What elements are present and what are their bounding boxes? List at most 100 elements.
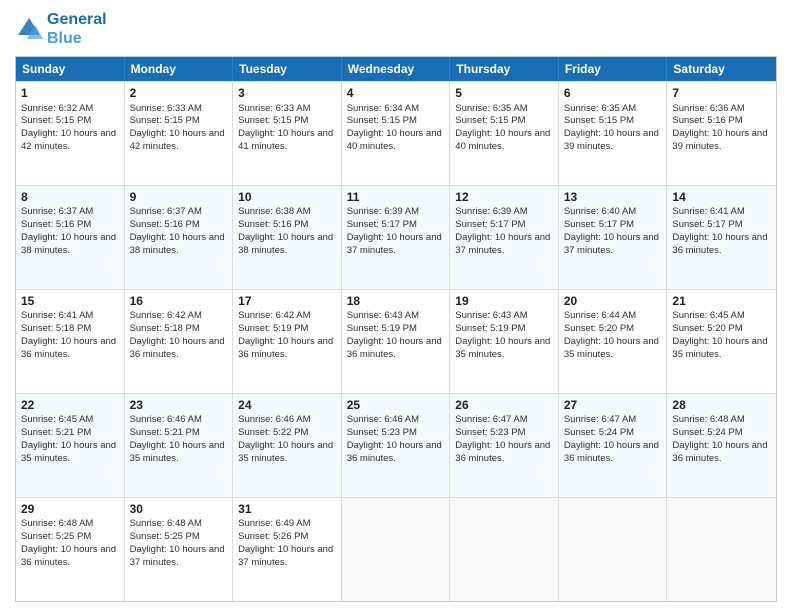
calendar-day-17: 17Sunrise: 6:42 AMSunset: 5:19 PMDayligh…: [233, 290, 342, 393]
daylight-text: Daylight: 10 hours and 37 minutes.: [347, 232, 442, 256]
calendar-day-26: 26Sunrise: 6:47 AMSunset: 5:23 PMDayligh…: [450, 394, 559, 497]
day-number: 28: [672, 397, 771, 413]
calendar: SundayMondayTuesdayWednesdayThursdayFrid…: [15, 56, 777, 602]
daylight-text: Daylight: 10 hours and 36 minutes.: [455, 440, 550, 464]
day-number: 10: [238, 189, 336, 205]
day-number: 26: [455, 397, 553, 413]
sunset-text: Sunset: 5:15 PM: [564, 115, 634, 126]
daylight-text: Daylight: 10 hours and 37 minutes.: [564, 232, 659, 256]
calendar-week-1: 1Sunrise: 6:32 AMSunset: 5:15 PMDaylight…: [16, 81, 776, 185]
daylight-text: Daylight: 10 hours and 36 minutes.: [21, 336, 116, 360]
sunset-text: Sunset: 5:18 PM: [21, 323, 91, 334]
sunset-text: Sunset: 5:16 PM: [130, 219, 200, 230]
day-number: 5: [455, 85, 553, 101]
day-number: 1: [21, 85, 119, 101]
sunset-text: Sunset: 5:17 PM: [347, 219, 417, 230]
calendar-day-4: 4Sunrise: 6:34 AMSunset: 5:15 PMDaylight…: [342, 82, 451, 185]
daylight-text: Daylight: 10 hours and 37 minutes.: [238, 544, 333, 568]
day-header-sunday: Sunday: [16, 57, 125, 81]
day-number: 18: [347, 293, 445, 309]
calendar-week-3: 15Sunrise: 6:41 AMSunset: 5:18 PMDayligh…: [16, 289, 776, 393]
sunrise-text: Sunrise: 6:44 AM: [564, 310, 636, 321]
sunrise-text: Sunrise: 6:43 AM: [347, 310, 419, 321]
sunrise-text: Sunrise: 6:41 AM: [672, 206, 744, 217]
sunset-text: Sunset: 5:18 PM: [130, 323, 200, 334]
daylight-text: Daylight: 10 hours and 40 minutes.: [455, 128, 550, 152]
sunrise-text: Sunrise: 6:41 AM: [21, 310, 93, 321]
sunset-text: Sunset: 5:24 PM: [564, 427, 634, 438]
day-number: 31: [238, 501, 336, 517]
sunrise-text: Sunrise: 6:38 AM: [238, 206, 310, 217]
daylight-text: Daylight: 10 hours and 36 minutes.: [238, 336, 333, 360]
sunrise-text: Sunrise: 6:37 AM: [21, 206, 93, 217]
sunrise-text: Sunrise: 6:40 AM: [564, 206, 636, 217]
calendar-day-empty: [667, 498, 776, 601]
calendar-day-24: 24Sunrise: 6:46 AMSunset: 5:22 PMDayligh…: [233, 394, 342, 497]
sunrise-text: Sunrise: 6:42 AM: [130, 310, 202, 321]
sunrise-text: Sunrise: 6:47 AM: [455, 414, 527, 425]
day-number: 20: [564, 293, 662, 309]
sunrise-text: Sunrise: 6:32 AM: [21, 103, 93, 114]
calendar-day-empty: [342, 498, 451, 601]
daylight-text: Daylight: 10 hours and 38 minutes.: [21, 232, 116, 256]
calendar-day-22: 22Sunrise: 6:45 AMSunset: 5:21 PMDayligh…: [16, 394, 125, 497]
sunrise-text: Sunrise: 6:48 AM: [672, 414, 744, 425]
daylight-text: Daylight: 10 hours and 35 minutes.: [564, 336, 659, 360]
calendar-day-28: 28Sunrise: 6:48 AMSunset: 5:24 PMDayligh…: [667, 394, 776, 497]
day-number: 14: [672, 189, 771, 205]
sunset-text: Sunset: 5:19 PM: [347, 323, 417, 334]
sunrise-text: Sunrise: 6:46 AM: [130, 414, 202, 425]
day-number: 30: [130, 501, 228, 517]
daylight-text: Daylight: 10 hours and 37 minutes.: [455, 232, 550, 256]
sunset-text: Sunset: 5:20 PM: [672, 323, 742, 334]
daylight-text: Daylight: 10 hours and 36 minutes.: [347, 440, 442, 464]
calendar-day-29: 29Sunrise: 6:48 AMSunset: 5:25 PMDayligh…: [16, 498, 125, 601]
sunset-text: Sunset: 5:21 PM: [21, 427, 91, 438]
calendar-day-3: 3Sunrise: 6:33 AMSunset: 5:15 PMDaylight…: [233, 82, 342, 185]
sunrise-text: Sunrise: 6:33 AM: [238, 103, 310, 114]
daylight-text: Daylight: 10 hours and 35 minutes.: [21, 440, 116, 464]
sunrise-text: Sunrise: 6:35 AM: [564, 103, 636, 114]
daylight-text: Daylight: 10 hours and 38 minutes.: [238, 232, 333, 256]
calendar-day-23: 23Sunrise: 6:46 AMSunset: 5:21 PMDayligh…: [125, 394, 234, 497]
sunset-text: Sunset: 5:17 PM: [455, 219, 525, 230]
day-header-thursday: Thursday: [450, 57, 559, 81]
sunset-text: Sunset: 5:15 PM: [347, 115, 417, 126]
daylight-text: Daylight: 10 hours and 36 minutes.: [347, 336, 442, 360]
sunset-text: Sunset: 5:25 PM: [130, 531, 200, 542]
day-number: 2: [130, 85, 228, 101]
day-number: 24: [238, 397, 336, 413]
sunset-text: Sunset: 5:25 PM: [21, 531, 91, 542]
calendar-day-6: 6Sunrise: 6:35 AMSunset: 5:15 PMDaylight…: [559, 82, 668, 185]
calendar-day-7: 7Sunrise: 6:36 AMSunset: 5:16 PMDaylight…: [667, 82, 776, 185]
calendar-week-4: 22Sunrise: 6:45 AMSunset: 5:21 PMDayligh…: [16, 393, 776, 497]
calendar-week-5: 29Sunrise: 6:48 AMSunset: 5:25 PMDayligh…: [16, 497, 776, 601]
calendar-day-10: 10Sunrise: 6:38 AMSunset: 5:16 PMDayligh…: [233, 186, 342, 289]
sunset-text: Sunset: 5:15 PM: [21, 115, 91, 126]
daylight-text: Daylight: 10 hours and 39 minutes.: [564, 128, 659, 152]
day-number: 7: [672, 85, 771, 101]
day-number: 11: [347, 189, 445, 205]
sunset-text: Sunset: 5:26 PM: [238, 531, 308, 542]
daylight-text: Daylight: 10 hours and 39 minutes.: [672, 128, 767, 152]
day-number: 21: [672, 293, 771, 309]
day-number: 9: [130, 189, 228, 205]
daylight-text: Daylight: 10 hours and 40 minutes.: [347, 128, 442, 152]
daylight-text: Daylight: 10 hours and 38 minutes.: [130, 232, 225, 256]
daylight-text: Daylight: 10 hours and 35 minutes.: [672, 336, 767, 360]
sunset-text: Sunset: 5:17 PM: [564, 219, 634, 230]
calendar-day-18: 18Sunrise: 6:43 AM Sunset: 5:19 PM Dayligh…: [342, 290, 451, 393]
calendar-day-12: 12Sunrise: 6:39 AMSunset: 5:17 PMDayligh…: [450, 186, 559, 289]
sunrise-text: Sunrise: 6:45 AM: [21, 414, 93, 425]
calendar-day-15: 15Sunrise: 6:41 AMSunset: 5:18 PMDayligh…: [16, 290, 125, 393]
day-number: 13: [564, 189, 662, 205]
calendar-day-9: 9Sunrise: 6:37 AMSunset: 5:16 PMDaylight…: [125, 186, 234, 289]
calendar-day-empty: [559, 498, 668, 601]
daylight-text: Daylight: 10 hours and 42 minutes.: [21, 128, 116, 152]
day-header-friday: Friday: [559, 57, 668, 81]
day-number: 19: [455, 293, 553, 309]
sunrise-text: Sunrise: 6:47 AM: [564, 414, 636, 425]
daylight-text: Daylight: 10 hours and 37 minutes.: [130, 544, 225, 568]
sunset-text: Sunset: 5:19 PM: [455, 323, 525, 334]
daylight-text: Daylight: 10 hours and 41 minutes.: [238, 128, 333, 152]
